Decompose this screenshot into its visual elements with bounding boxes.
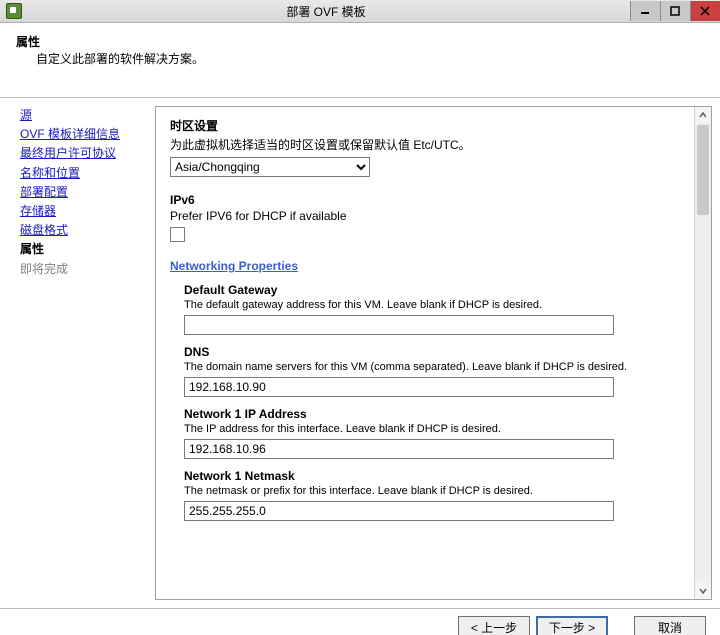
minimize-icon [640,6,650,16]
wizard-body: 源 OVF 模板详细信息 最终用户许可协议 名称和位置 部署配置 存储器 磁盘格… [0,98,720,608]
scroll-up-button[interactable] [695,107,711,123]
networking-header: Networking Properties [170,259,681,273]
page-description: 自定义此部署的软件解决方案。 [36,50,708,67]
scroll-down-button[interactable] [695,583,711,599]
close-button[interactable] [690,1,720,21]
chevron-up-icon [699,111,707,119]
wizard-header: 属性 自定义此部署的软件解决方案。 [0,23,720,97]
step-eula[interactable]: 最终用户许可协议 [20,144,151,163]
desc-dns: The domain name servers for this VM (com… [184,361,681,373]
ipv6-title: IPv6 [170,193,681,207]
desc-net1-ip: The IP address for this interface. Leave… [184,423,681,435]
field-default-gateway: Default Gateway The default gateway addr… [184,283,681,335]
field-net1-netmask: Network 1 Netmask The netmask or prefix … [184,469,681,521]
titlebar: 部署 OVF 模板 [0,0,720,23]
desc-net1-netmask: The netmask or prefix for this interface… [184,485,681,497]
label-default-gateway: Default Gateway [184,283,681,297]
desc-default-gateway: The default gateway address for this VM.… [184,299,681,311]
label-net1-ip: Network 1 IP Address [184,407,681,421]
ipv6-group: IPv6 Prefer IPV6 for DHCP if available [170,193,681,245]
window-buttons [630,1,720,21]
scroll-area: 时区设置 为此虚拟机选择适当的时区设置或保留默认值 Etc/UTC。 Asia/… [156,107,695,599]
input-net1-ip[interactable] [184,439,614,459]
step-deployment-config[interactable]: 部署配置 [20,183,151,202]
close-icon [700,6,710,16]
back-button[interactable]: < 上一步 [458,616,530,635]
input-default-gateway[interactable] [184,315,614,335]
step-source[interactable]: 源 [20,106,151,125]
properties-panel: 时区设置 为此虚拟机选择适当的时区设置或保留默认值 Etc/UTC。 Asia/… [155,106,712,600]
main-wrap: 时区设置 为此虚拟机选择适当的时区设置或保留默认值 Etc/UTC。 Asia/… [155,98,720,608]
chevron-down-icon [699,587,707,595]
timezone-select[interactable]: Asia/Chongqing [170,157,370,177]
window-title: 部署 OVF 模板 [22,3,630,20]
label-net1-netmask: Network 1 Netmask [184,469,681,483]
input-net1-netmask[interactable] [184,501,614,521]
app-icon [6,3,22,19]
input-dns[interactable] [184,377,614,397]
step-storage[interactable]: 存储器 [20,202,151,221]
wizard-steps: 源 OVF 模板详细信息 最终用户许可协议 名称和位置 部署配置 存储器 磁盘格… [0,98,155,608]
timezone-desc: 为此虚拟机选择适当的时区设置或保留默认值 Etc/UTC。 [170,136,681,153]
page-title: 属性 [16,33,708,50]
maximize-button[interactable] [660,1,690,21]
ipv6-checkbox[interactable] [170,227,185,242]
step-ovf-details[interactable]: OVF 模板详细信息 [20,125,151,144]
maximize-icon [670,6,680,16]
minimize-button[interactable] [630,1,660,21]
label-dns: DNS [184,345,681,359]
step-name-location[interactable]: 名称和位置 [20,164,151,183]
scroll-thumb[interactable] [697,125,709,215]
step-properties: 属性 [20,240,151,259]
field-dns: DNS The domain name servers for this VM … [184,345,681,397]
cancel-button[interactable]: 取消 [634,616,706,635]
timezone-title: 时区设置 [170,117,681,134]
field-net1-ip: Network 1 IP Address The IP address for … [184,407,681,459]
ipv6-desc: Prefer IPV6 for DHCP if available [170,209,681,223]
wizard-footer: < 上一步 下一步 > 取消 [0,608,720,635]
scrollbar[interactable] [694,107,711,599]
step-disk-format[interactable]: 磁盘格式 [20,221,151,240]
next-button[interactable]: 下一步 > [536,616,608,635]
step-ready-to-complete: 即将完成 [20,260,151,279]
